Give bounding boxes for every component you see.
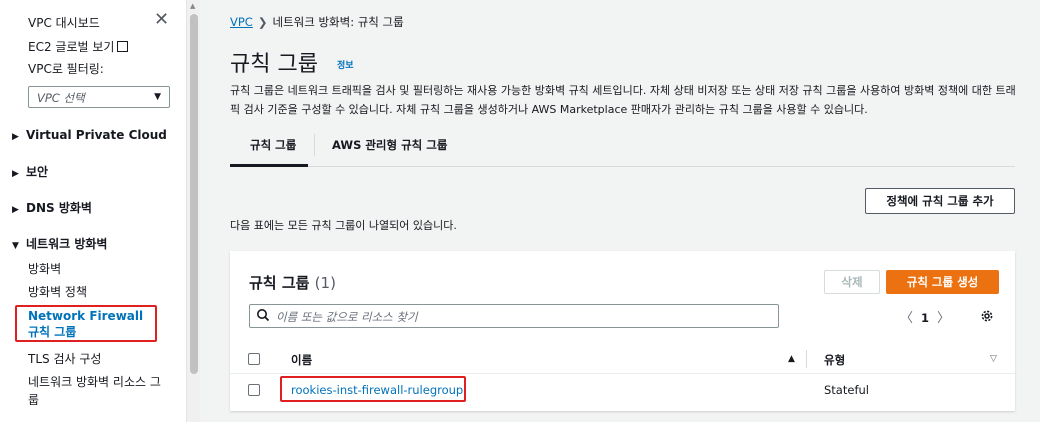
breadcrumb-vpc[interactable]: VPC — [230, 15, 253, 29]
nav-section-label: Virtual Private Cloud — [26, 128, 167, 142]
page-title: 규칙 그룹 — [230, 52, 318, 77]
gear-icon[interactable] — [980, 309, 994, 323]
sort-icon[interactable]: ▽ — [990, 354, 997, 364]
vpc-filter-select[interactable]: VPC 선택 ▼ — [28, 86, 170, 108]
external-link-icon — [117, 41, 129, 52]
rule-groups-table-panel: 규칙 그룹 (1) 삭제 규칙 그룹 생성 이름 또는 값으로 리소스 찾기 〈… — [230, 251, 1015, 411]
nav-ec2-global-label: EC2 글로벌 보기 — [28, 40, 115, 54]
page-description: 규칙 그룹은 네트워크 트래픽을 검사 및 필터링하는 재사용 가능한 방화벽 … — [230, 84, 1016, 116]
caret-down-icon: ▼ — [12, 241, 19, 251]
chevron-right-icon: ❯ — [257, 15, 268, 29]
nav-item-resource-groups[interactable]: 네트워크 방화벽 리소스 그룹 — [28, 373, 168, 409]
tab-rule-groups[interactable]: 규칙 그룹 — [250, 137, 296, 153]
search-input[interactable]: 이름 또는 값으로 리소스 찾기 — [249, 304, 779, 328]
nav-section-network-firewall[interactable]: ▼ 네트워크 방화벽 — [12, 235, 107, 252]
nav-item-tls-inspection[interactable]: TLS 검사 구성 — [28, 350, 101, 367]
caret-right-icon: ▶ — [12, 132, 19, 142]
breadcrumb: VPC ❯ 네트워크 방화벽: 규칙 그룹 — [230, 14, 404, 30]
table-note: 다음 표에는 모든 규칙 그룹이 나열되어 있습니다. — [230, 219, 457, 232]
nav-vpc-dashboard[interactable]: VPC 대시보드 — [28, 14, 100, 31]
nav-section-label: 네트워크 방화벽 — [26, 237, 108, 251]
breadcrumb-current: 네트워크 방화벽: 규칙 그룹 — [272, 15, 404, 29]
nav-item-firewalls[interactable]: 방화벽 — [28, 260, 61, 277]
rule-group-type: Stateful — [824, 383, 869, 397]
table-row: rookies-inst-firewall-rulegroup Stateful — [230, 375, 1015, 405]
delete-button[interactable]: 삭제 — [824, 270, 880, 294]
caret-right-icon: ▶ — [12, 169, 19, 179]
sidebar-scrollbar[interactable]: ▲ — [186, 0, 200, 422]
caret-right-icon: ▶ — [12, 205, 19, 215]
search-icon — [257, 309, 270, 322]
table-header-row: 이름 ▲ 유형 ▽ — [230, 344, 1015, 374]
scroll-up-icon[interactable]: ▲ — [190, 2, 195, 10]
search-placeholder: 이름 또는 값으로 리소스 찾기 — [276, 310, 418, 324]
vpc-select-placeholder: VPC 선택 — [37, 91, 85, 105]
nav-section-label: DNS 방화벽 — [26, 201, 92, 215]
pagination: 〈 1 〉 — [900, 307, 950, 326]
filter-label: VPC로 필터링: — [28, 62, 104, 76]
nav-ec2-global-view[interactable]: EC2 글로벌 보기 — [28, 38, 129, 55]
nav-item-firewall-policies[interactable]: 방화벽 정책 — [28, 283, 87, 300]
close-icon[interactable]: ✕ — [154, 11, 169, 29]
main-content: VPC ❯ 네트워크 방화벽: 규칙 그룹 규칙 그룹 정보 규칙 그룹은 네트워크… — [200, 0, 1040, 422]
highlight-box — [280, 376, 466, 402]
nav-section-dns-firewall[interactable]: ▶ DNS 방화벽 — [12, 199, 92, 216]
active-tab-indicator — [230, 164, 308, 167]
tab-list: 규칙 그룹 AWS 관리형 규칙 그룹 — [230, 130, 1015, 167]
prev-page-icon[interactable]: 〈 — [900, 311, 913, 326]
select-all-checkbox[interactable] — [248, 353, 260, 365]
sort-ascending-icon[interactable]: ▲ — [788, 354, 795, 364]
create-rule-group-button[interactable]: 규칙 그룹 생성 — [886, 270, 999, 294]
tab-divider — [314, 134, 315, 156]
column-divider — [806, 350, 807, 368]
tab-aws-managed-rule-groups[interactable]: AWS 관리형 규칙 그룹 — [332, 137, 447, 153]
nav-section-security[interactable]: ▶ 보안 — [12, 163, 48, 180]
nav-section-vpc[interactable]: ▶ Virtual Private Cloud — [12, 128, 167, 142]
next-page-icon[interactable]: 〉 — [937, 311, 950, 326]
row-checkbox[interactable] — [248, 384, 260, 396]
column-header-name[interactable]: 이름 — [291, 352, 312, 368]
panel-title: 규칙 그룹 (1) — [249, 272, 336, 293]
side-navigation: VPC 대시보드 ✕ EC2 글로벌 보기 VPC로 필터링: VPC 선택 ▼… — [0, 0, 186, 422]
caret-down-icon: ▼ — [154, 92, 161, 102]
highlight-box — [15, 305, 157, 342]
column-header-type[interactable]: 유형 — [824, 352, 845, 368]
panel-count: (1) — [314, 274, 336, 292]
panel-title-text: 규칙 그룹 — [249, 274, 310, 292]
add-to-policy-button[interactable]: 정책에 규칙 그룹 추가 — [865, 188, 1015, 214]
nav-section-label: 보안 — [26, 165, 49, 179]
page-number[interactable]: 1 — [921, 311, 929, 325]
info-link[interactable]: 정보 — [337, 58, 354, 71]
scrollbar-thumb[interactable] — [190, 14, 198, 374]
